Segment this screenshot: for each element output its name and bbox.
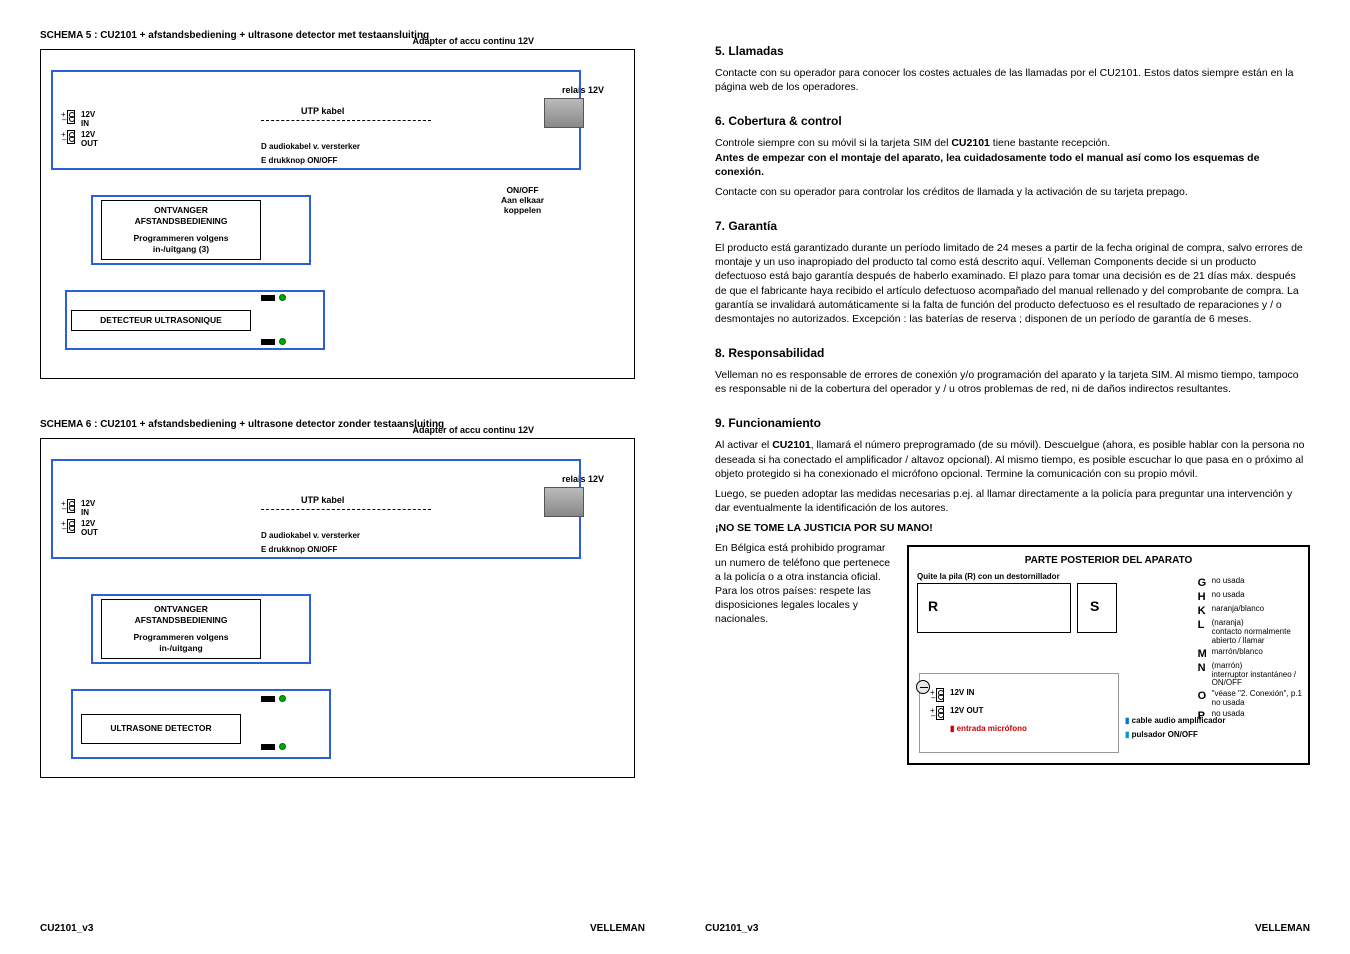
rs-row: R S [917, 583, 1117, 633]
conn-n: N(marrón) interruptor instantáneo / ON/O… [1198, 662, 1302, 688]
footer-left-page: CU2101_v3 VELLEMAN [40, 923, 645, 934]
btn-onoff: ▮ pulsador ON/OFF [1125, 730, 1198, 739]
p-cobertura-bold: Antes de empezar con el montaje del apar… [715, 152, 1259, 178]
conn-m: Mmarrón/blanco [1198, 648, 1302, 660]
connector-list: Gno usada Hno usada Knaranja/blanco L(na… [1198, 577, 1302, 723]
h-cobertura: 6. Cobertura & control [715, 114, 1310, 128]
audio-d-6: D audiokabel v. versterker [261, 531, 360, 540]
belgium-note: En Bélgica está prohibido programar un n… [715, 541, 895, 626]
h-garantia: 7. Garantía [715, 219, 1310, 233]
conn-h: Hno usada [1198, 591, 1302, 603]
conn-p: Pno usada [1198, 710, 1302, 722]
back-panel-wrap: PARTE POSTERIOR DEL APARATO Quite la pil… [907, 541, 1310, 765]
detector-frame-6 [71, 689, 331, 759]
utp-cable [261, 120, 431, 121]
footer-brand: VELLEMAN [590, 923, 645, 934]
schema5-diagram: Adapter of accu continu 12V relais 12V +… [40, 49, 635, 379]
p-responsabilidad: Velleman no es responsable de errores de… [715, 368, 1310, 396]
p-func-2: Luego, se pueden adoptar las medidas nec… [715, 487, 1310, 515]
p-func-1: Al activar el CU2101, llamará el número … [715, 438, 1310, 481]
ontvanger-frame [91, 195, 311, 265]
h-responsabilidad: 8. Responsabilidad [715, 346, 1310, 360]
plug-row-2 [261, 338, 286, 345]
schema5-title: SCHEMA 5 : CU2101 + afstandsbediening + … [40, 30, 635, 41]
back-panel: PARTE POSTERIOR DEL APARATO Quite la pil… [907, 545, 1310, 765]
s-box: S [1077, 583, 1117, 633]
io-block: +– 12V IN +– 12V OUT ▮ entrada micrófono [919, 673, 1119, 753]
footer-brand-r: VELLEMAN [1255, 923, 1310, 934]
footer-doc-id-r: CU2101_v3 [705, 923, 758, 934]
h-llamadas: 5. Llamadas [715, 44, 1310, 58]
plug-row-2-6 [261, 743, 286, 750]
plug-row-1-6 [261, 695, 286, 702]
r-box: R [917, 583, 1071, 633]
back-panel-title: PARTE POSTERIOR DEL APARATO [917, 555, 1300, 566]
detector-frame-5 [65, 290, 325, 350]
mic-in: ▮ entrada micrófono [950, 724, 1027, 733]
footer-right-page: CU2101_v3 VELLEMAN [705, 923, 1310, 934]
utp-label-6: UTP kabel [301, 495, 344, 505]
footer-doc-id: CU2101_v3 [40, 923, 93, 934]
schema6-diagram: Adapter of accu continu 12V relais 12V +… [40, 438, 635, 778]
p-cobertura-3: Contacte con su operador para controlar … [715, 185, 1310, 199]
relay-icon [544, 98, 584, 128]
utp-label: UTP kabel [301, 106, 344, 116]
conn-o: O"véase "2. Conexión", p.1 no usada [1198, 690, 1302, 708]
conn-l: L(naranja) contacto normalmente abierto … [1198, 619, 1302, 645]
relay-icon-6 [544, 487, 584, 517]
plug-row-1 [261, 294, 286, 301]
p-garantia: El producto está garantizado durante un … [715, 241, 1310, 326]
audio-e-6: E drukknop ON/OFF [261, 545, 337, 554]
left-page: SCHEMA 5 : CU2101 + afstandsbediening + … [40, 30, 645, 934]
utp-cable-6 [261, 509, 431, 510]
audio-d: D audiokabel v. versterker [261, 142, 360, 151]
screw-icon [916, 680, 930, 694]
schema6-title: SCHEMA 6 : CU2101 + afstandsbediening + … [40, 419, 635, 430]
adapter-label-6: Adapter of accu continu 12V [412, 425, 534, 435]
h-funcionamiento: 9. Funcionamiento [715, 416, 1310, 430]
func-columns: En Bélgica está prohibido programar un n… [715, 541, 1310, 765]
ontvanger-frame-6 [91, 594, 311, 664]
p-func-3: ¡NO SE TOME LA JUSTICIA POR SU MANO! [715, 521, 1310, 535]
onoff-note: ON/OFF Aan elkaar koppelen [501, 185, 544, 215]
conn-k: Knaranja/blanco [1198, 605, 1302, 617]
p-llamadas: Contacte con su operador para conocer lo… [715, 66, 1310, 94]
right-page: 5. Llamadas Contacte con su operador par… [705, 30, 1310, 934]
audio-e: E drukknop ON/OFF [261, 156, 337, 165]
adapter-label: Adapter of accu continu 12V [412, 36, 534, 46]
conn-g: Gno usada [1198, 577, 1302, 589]
p-cobertura-1: Controle siempre con su móvil si la tarj… [715, 136, 1310, 179]
